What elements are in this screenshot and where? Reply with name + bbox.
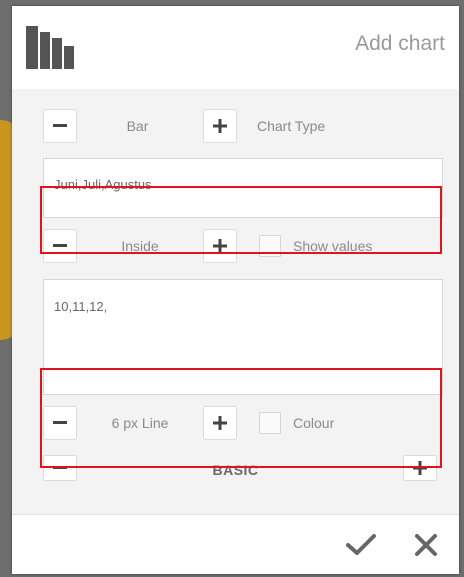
bar-chart-logo-icon (26, 24, 76, 69)
minus-icon (53, 244, 67, 247)
line-width-increase-button[interactable] (203, 406, 237, 440)
values-position-increase-button[interactable] (203, 229, 237, 263)
data-values-input[interactable]: 10,11,12, (43, 279, 443, 395)
dialog-header: Add chart (12, 6, 459, 89)
add-chart-dialog: Add chart Bar Chart Type Juni,Juli,Agust… (12, 6, 459, 574)
categories-input[interactable]: Juni,Juli,Agustus (43, 158, 443, 218)
line-width-row: 6 px Line Colour (43, 403, 443, 443)
values-position-row: Inside Show values (43, 226, 443, 266)
dialog-body: Bar Chart Type Juni,Juli,Agustus Inside … (12, 89, 459, 514)
chart-type-row: Bar Chart Type (43, 106, 443, 146)
colour-checkbox[interactable] (259, 412, 281, 434)
colour-label: Colour (293, 415, 335, 431)
minus-icon (53, 421, 67, 424)
categories-text: Juni,Juli,Agustus (54, 177, 152, 192)
minus-icon (53, 124, 67, 127)
preset-row: BASIC (12, 455, 459, 485)
dialog-footer (12, 514, 459, 574)
line-width-value: 6 px Line (111, 415, 169, 431)
values-position-decrease-button[interactable] (43, 229, 77, 263)
plus-icon (413, 461, 427, 475)
chart-type-label: Chart Type (257, 118, 326, 134)
show-values-label: Show values (293, 238, 373, 254)
plus-icon (213, 239, 227, 253)
close-icon[interactable] (414, 533, 438, 562)
plus-icon (213, 416, 227, 430)
data-values-text: 10,11,12, (54, 299, 108, 314)
dialog-title: Add chart (355, 32, 445, 55)
checkmark-icon[interactable] (345, 533, 377, 562)
preset-increase-button[interactable] (403, 455, 437, 481)
line-width-decrease-button[interactable] (43, 406, 77, 440)
chart-type-value: Bar (126, 118, 149, 134)
show-values-checkbox[interactable] (259, 235, 281, 257)
chart-type-increase-button[interactable] (203, 109, 237, 143)
chart-type-decrease-button[interactable] (43, 109, 77, 143)
plus-icon (213, 119, 227, 133)
values-position-value: Inside (121, 238, 159, 254)
preset-value: BASIC (212, 462, 259, 478)
